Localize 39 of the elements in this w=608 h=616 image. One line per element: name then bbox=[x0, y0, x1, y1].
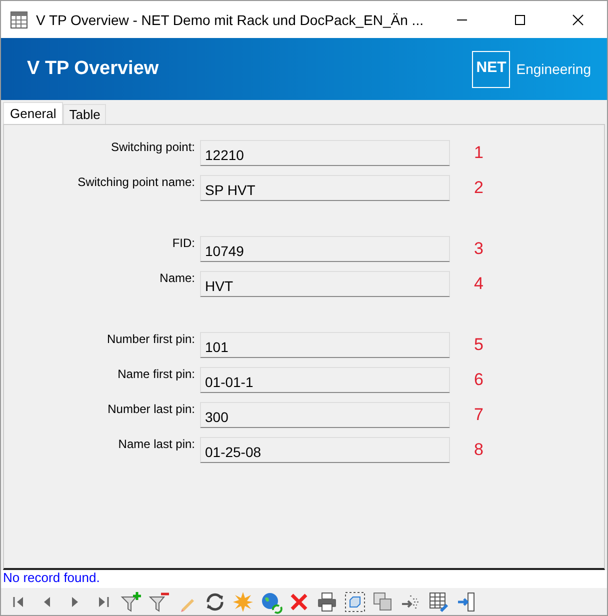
field-label: Name last pin: bbox=[117, 437, 196, 451]
input-field[interactable]: HVT bbox=[200, 271, 450, 297]
field-label: Number last pin: bbox=[106, 402, 196, 416]
field-label: Name: bbox=[158, 271, 196, 285]
annotation-number: 5 bbox=[474, 334, 484, 355]
close-icon bbox=[572, 14, 584, 26]
annotation-number: 3 bbox=[474, 238, 484, 259]
input-field[interactable]: 01-25-08 bbox=[200, 437, 450, 463]
print-icon[interactable] bbox=[315, 590, 339, 614]
annotation-number: 4 bbox=[474, 273, 484, 294]
logo-mark: NET bbox=[472, 50, 510, 88]
tab[interactable]: General bbox=[3, 102, 64, 124]
table-settings-icon[interactable] bbox=[427, 590, 451, 614]
field-label: Switching point name: bbox=[76, 175, 196, 189]
input-field[interactable]: 01-01-1 bbox=[200, 367, 450, 393]
input-field[interactable]: 10749 bbox=[200, 236, 450, 262]
annotation-number: 2 bbox=[474, 177, 484, 198]
field-label: Name first pin: bbox=[116, 367, 196, 381]
app-icon bbox=[10, 10, 28, 28]
annotation-number: 1 bbox=[474, 142, 484, 163]
window-title: V TP Overview - NET Demo mit Rack und DocPack_EN_Än ... bbox=[36, 12, 424, 28]
input-field[interactable]: 300 bbox=[200, 402, 450, 428]
maximize-icon bbox=[514, 14, 526, 26]
annotation-number: 7 bbox=[474, 404, 484, 425]
dashed-box-icon[interactable] bbox=[343, 590, 367, 614]
input-field[interactable]: 101 bbox=[200, 332, 450, 358]
status-text: No record found. bbox=[1, 570, 607, 588]
annotation-number: 6 bbox=[474, 369, 484, 390]
star-burst-icon[interactable] bbox=[231, 590, 255, 614]
field-label: Switching point: bbox=[110, 140, 196, 154]
tab[interactable]: Table bbox=[63, 104, 106, 124]
field-label: FID: bbox=[171, 236, 196, 250]
annotation-number: 8 bbox=[474, 439, 484, 460]
header-title: V TP Overview bbox=[27, 58, 159, 80]
input-field[interactable]: 12210 bbox=[200, 140, 450, 166]
logo-text: Engineering bbox=[516, 61, 591, 77]
field-label: Number first pin: bbox=[106, 332, 196, 346]
filter-add-icon[interactable] bbox=[119, 590, 143, 614]
input-field[interactable]: SP HVT bbox=[200, 175, 450, 201]
